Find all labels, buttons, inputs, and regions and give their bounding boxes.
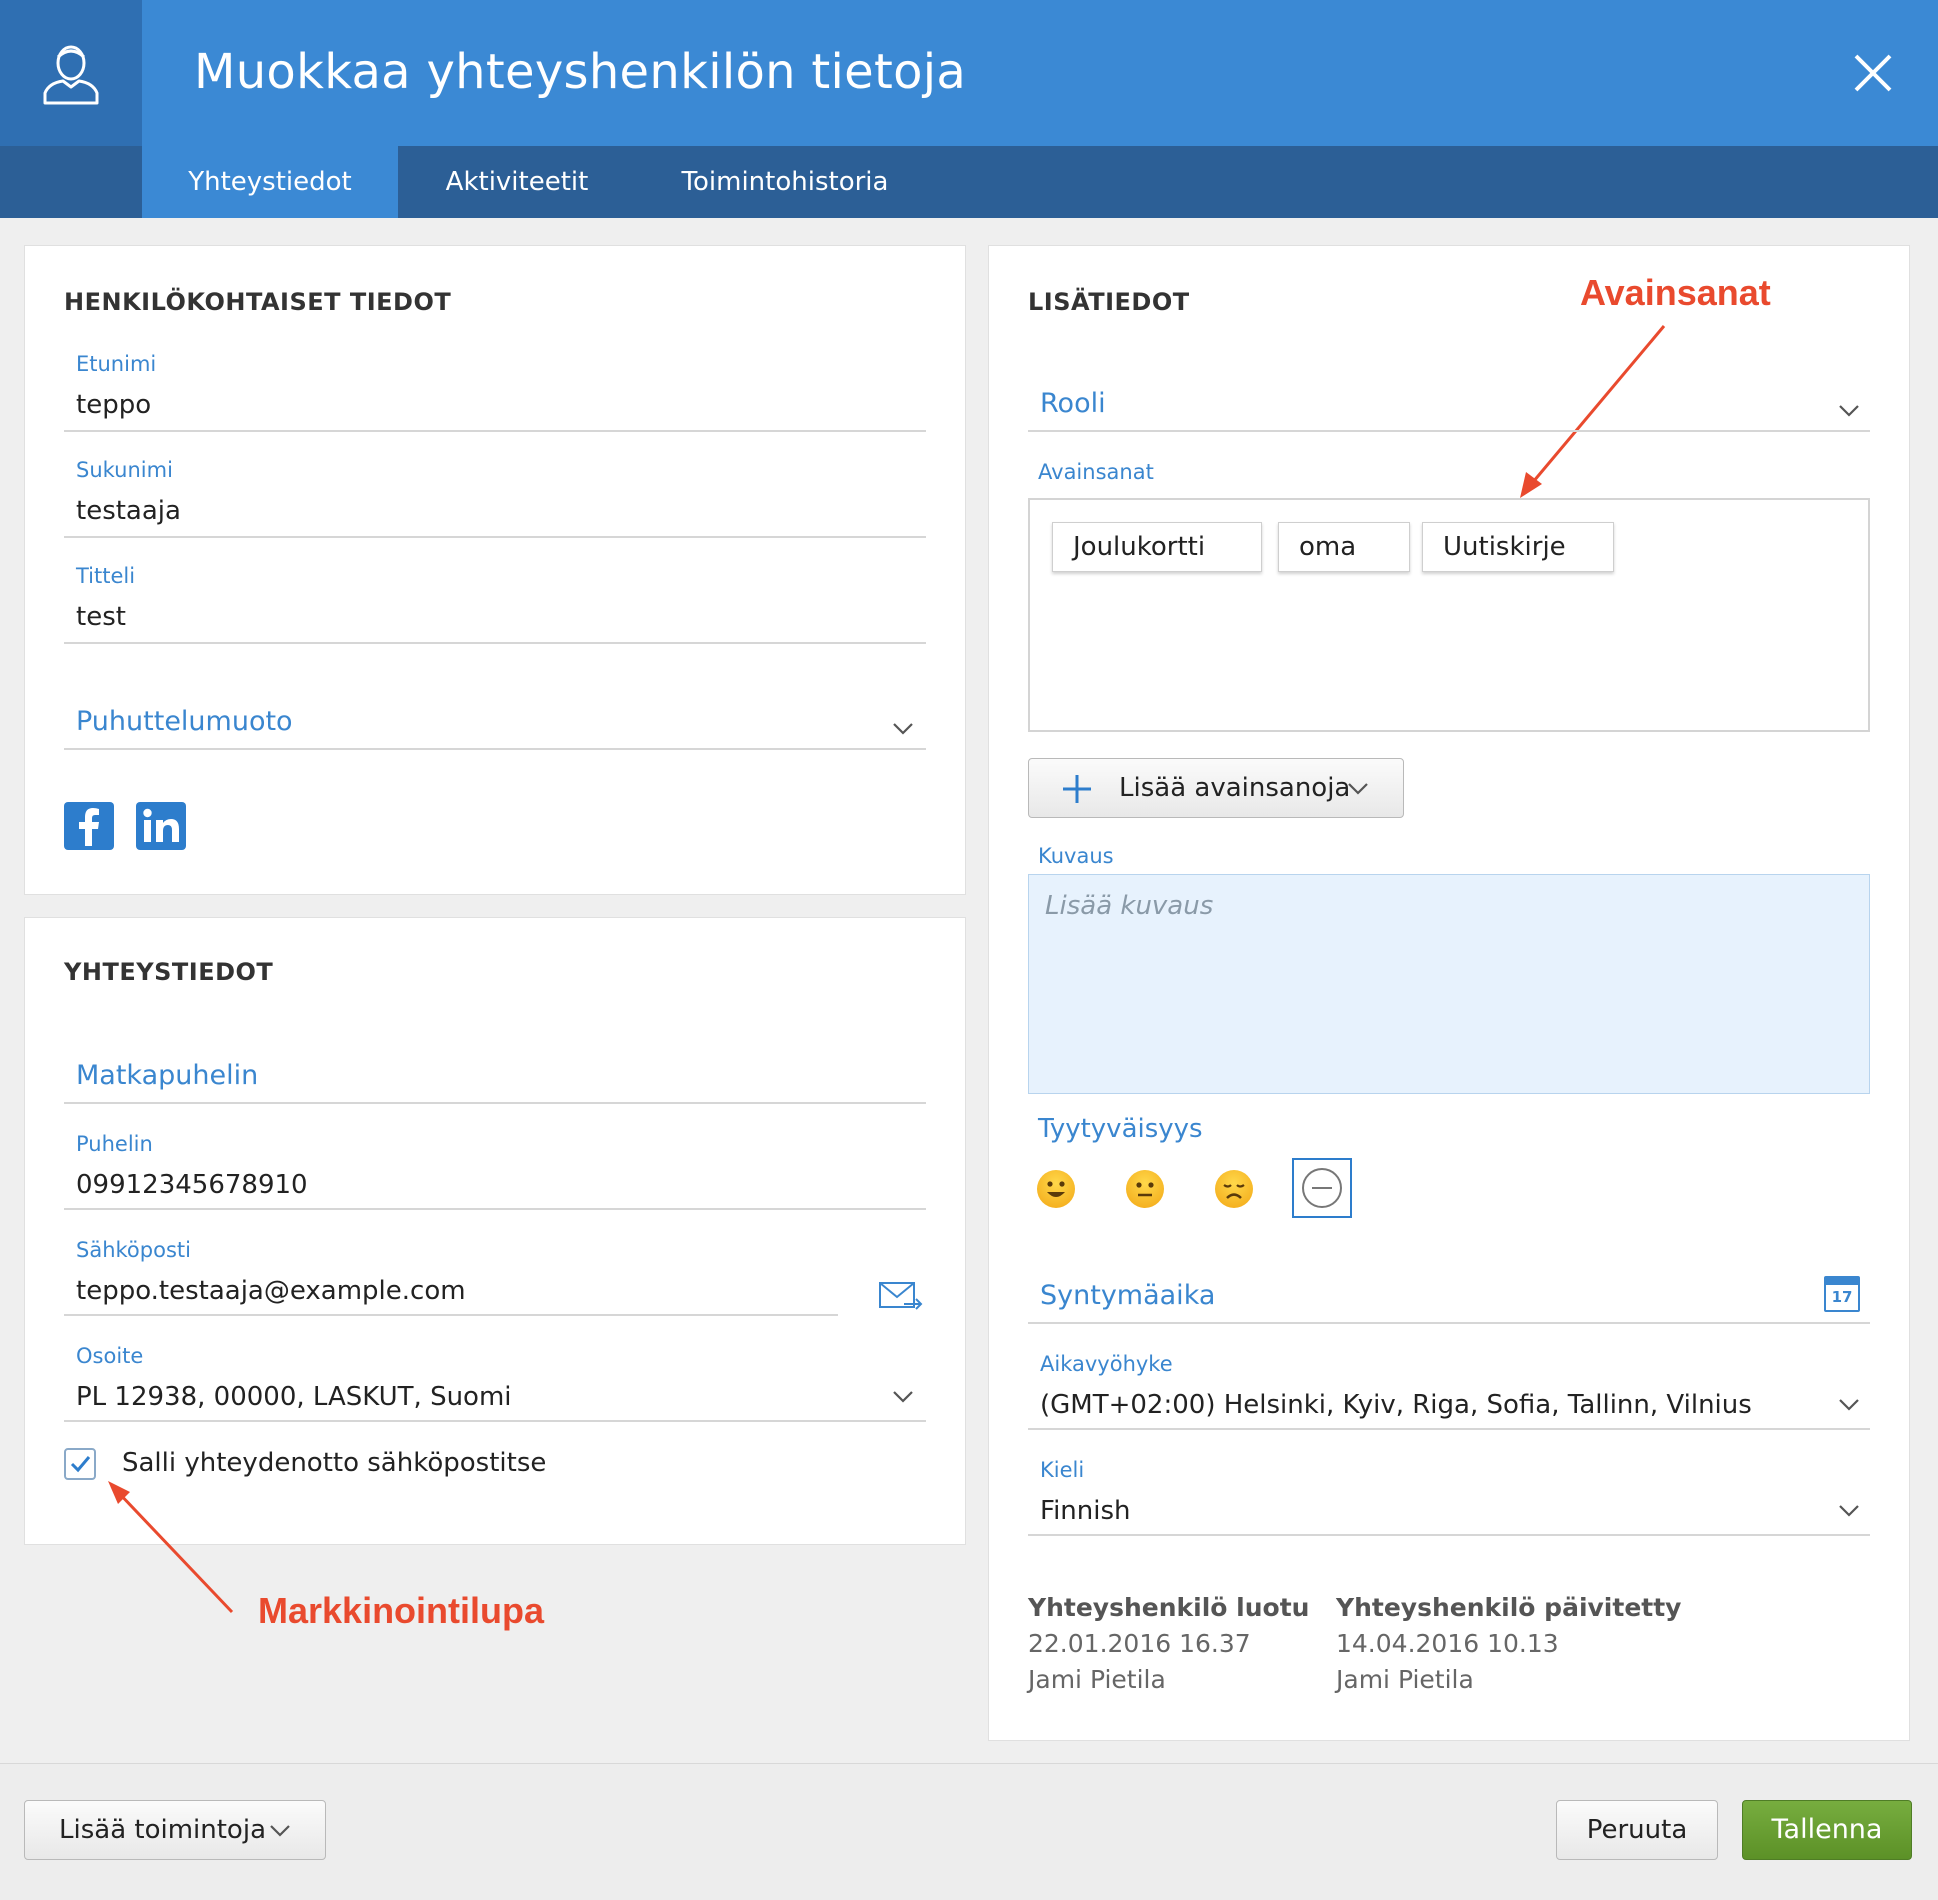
birthday-field[interactable]: Syntymäaika 17 [1028, 1272, 1870, 1324]
mobile-field[interactable]: Matkapuhelin [64, 1054, 926, 1104]
send-email-icon[interactable] [878, 1280, 924, 1314]
tab-aktiviteetit[interactable]: Aktiviteetit [398, 146, 636, 218]
birthday-placeholder: Syntymäaika [1040, 1280, 1216, 1311]
email-value[interactable]: teppo.testaaja@example.com [76, 1276, 466, 1306]
happy-face-icon[interactable] [1037, 1170, 1075, 1208]
dialog-title: Muokkaa yhteyshenkilön tietoja [194, 44, 967, 100]
keywords-annotation: Avainsanat [1580, 272, 1771, 313]
first-name-field[interactable]: Etunimi teppo [64, 352, 926, 432]
role-placeholder: Rooli [1040, 388, 1106, 419]
chevron-down-icon [1839, 1399, 1859, 1411]
first-name-label: Etunimi [76, 352, 157, 376]
chevron-down-icon [1839, 1505, 1859, 1517]
description-placeholder: Lisää kuvaus [1045, 891, 1214, 921]
close-icon[interactable] [1852, 52, 1894, 94]
no-rating-option[interactable] [1292, 1158, 1352, 1218]
chevron-down-icon [893, 723, 913, 735]
keyword-chip[interactable]: oma [1278, 522, 1410, 572]
timezone-value: (GMT+02:00) Helsinki, Kyiv, Riga, Sofia,… [1040, 1390, 1752, 1420]
salutation-placeholder: Puhuttelumuoto [76, 706, 293, 737]
salutation-select[interactable]: Puhuttelumuoto [64, 700, 926, 750]
more-actions-button[interactable]: Lisää toimintoja [24, 1800, 326, 1860]
calendar-icon[interactable]: 17 [1824, 1276, 1860, 1312]
address-value[interactable]: PL 12938, 00000, LASKUT, Suomi [76, 1382, 512, 1412]
job-title-field[interactable]: Titteli test [64, 564, 926, 644]
description-textarea[interactable]: Lisää kuvaus [1028, 874, 1870, 1094]
address-field[interactable]: Osoite PL 12938, 00000, LASKUT, Suomi [64, 1344, 926, 1422]
add-keywords-label: Lisää avainsanoja [1119, 773, 1351, 803]
last-name-value[interactable]: testaaja [76, 496, 181, 526]
updated-by: Jami Pietila [1336, 1665, 1474, 1694]
dialog-header: Muokkaa yhteyshenkilön tietoja [0, 0, 1938, 146]
phone-label: Puhelin [76, 1132, 153, 1156]
plus-icon [1063, 775, 1091, 803]
contact-info-heading: YHTEYSTIEDOT [64, 958, 274, 986]
job-title-label: Titteli [76, 564, 136, 588]
description-label: Kuvaus [1038, 844, 1114, 868]
calendar-day: 17 [1831, 1288, 1853, 1306]
dialog-footer: Lisää toimintoja Peruuta Tallenna [0, 1763, 1938, 1900]
additional-info-heading: LISÄTIEDOT [1028, 288, 1190, 316]
keyword-chip[interactable]: Joulukortti [1052, 522, 1262, 572]
created-date: 22.01.2016 16.37 [1028, 1629, 1251, 1658]
marketing-annotation: Markkinointilupa [258, 1590, 545, 1631]
email-label: Sähköposti [76, 1238, 191, 1262]
cancel-button[interactable]: Peruuta [1556, 1800, 1718, 1860]
role-select[interactable]: Rooli [1028, 380, 1870, 432]
tab-bar: Yhteystiedot Aktiviteetit Toimintohistor… [0, 146, 1938, 218]
save-button[interactable]: Tallenna [1742, 1800, 1912, 1860]
sad-face-icon[interactable] [1215, 1170, 1253, 1208]
job-title-value[interactable]: test [76, 602, 126, 632]
language-select[interactable]: Kieli Finnish [1028, 1458, 1870, 1536]
chevron-down-icon [1348, 783, 1368, 795]
chevron-down-icon[interactable] [892, 1390, 914, 1404]
keywords-box[interactable]: Joulukortti oma Uutiskirje [1028, 498, 1870, 732]
satisfaction-label: Tyytyväisyys [1038, 1114, 1203, 1144]
address-label: Osoite [76, 1344, 144, 1368]
neutral-face-icon[interactable] [1126, 1170, 1164, 1208]
minus-circle-icon [1302, 1168, 1342, 1208]
chevron-down-icon [270, 1825, 290, 1837]
edit-contact-dialog: Muokkaa yhteyshenkilön tietoja Yhteystie… [0, 0, 1938, 1900]
language-label: Kieli [1040, 1458, 1085, 1482]
phone-field[interactable]: Puhelin 09912345678910 [64, 1132, 926, 1210]
email-field[interactable]: Sähköposti teppo.testaaja@example.com [64, 1238, 838, 1316]
timezone-label: Aikavyöhyke [1040, 1352, 1173, 1376]
allow-email-checkbox[interactable] [64, 1448, 96, 1480]
updated-heading: Yhteyshenkilö päivitetty [1336, 1593, 1682, 1622]
checkmark-icon [70, 1456, 91, 1473]
linkedin-icon[interactable] [136, 802, 186, 850]
contact-avatar [0, 0, 142, 146]
marketing-annotation-arrow [108, 1481, 234, 1614]
updated-date: 14.04.2016 10.13 [1336, 1629, 1559, 1658]
chevron-down-icon [1839, 405, 1859, 417]
created-info: Yhteyshenkilö luotu 22.01.2016 16.37 Jam… [1028, 1590, 1309, 1698]
last-name-field[interactable]: Sukunimi testaaja [64, 458, 926, 538]
person-icon [43, 45, 99, 105]
last-name-label: Sukunimi [76, 458, 173, 482]
created-by: Jami Pietila [1028, 1665, 1166, 1694]
more-actions-label: Lisää toimintoja [59, 1815, 266, 1845]
updated-info: Yhteyshenkilö päivitetty 14.04.2016 10.1… [1336, 1590, 1681, 1698]
keywords-label: Avainsanat [1038, 460, 1154, 484]
tab-yhteystiedot[interactable]: Yhteystiedot [142, 146, 398, 218]
mobile-placeholder: Matkapuhelin [76, 1060, 259, 1091]
language-value: Finnish [1040, 1496, 1131, 1526]
created-heading: Yhteyshenkilö luotu [1028, 1593, 1310, 1622]
allow-email-label: Salli yhteydenotto sähköpostitse [122, 1448, 547, 1478]
tab-toimintohistoria[interactable]: Toimintohistoria [636, 146, 934, 218]
phone-value[interactable]: 09912345678910 [76, 1170, 308, 1200]
timezone-select[interactable]: Aikavyöhyke (GMT+02:00) Helsinki, Kyiv, … [1028, 1352, 1870, 1430]
first-name-value[interactable]: teppo [76, 390, 151, 420]
facebook-icon[interactable] [64, 802, 114, 850]
add-keywords-button[interactable]: Lisää avainsanoja [1028, 758, 1404, 818]
personal-info-heading: HENKILÖKOHTAISET TIEDOT [64, 288, 452, 316]
keyword-chip[interactable]: Uutiskirje [1422, 522, 1614, 572]
